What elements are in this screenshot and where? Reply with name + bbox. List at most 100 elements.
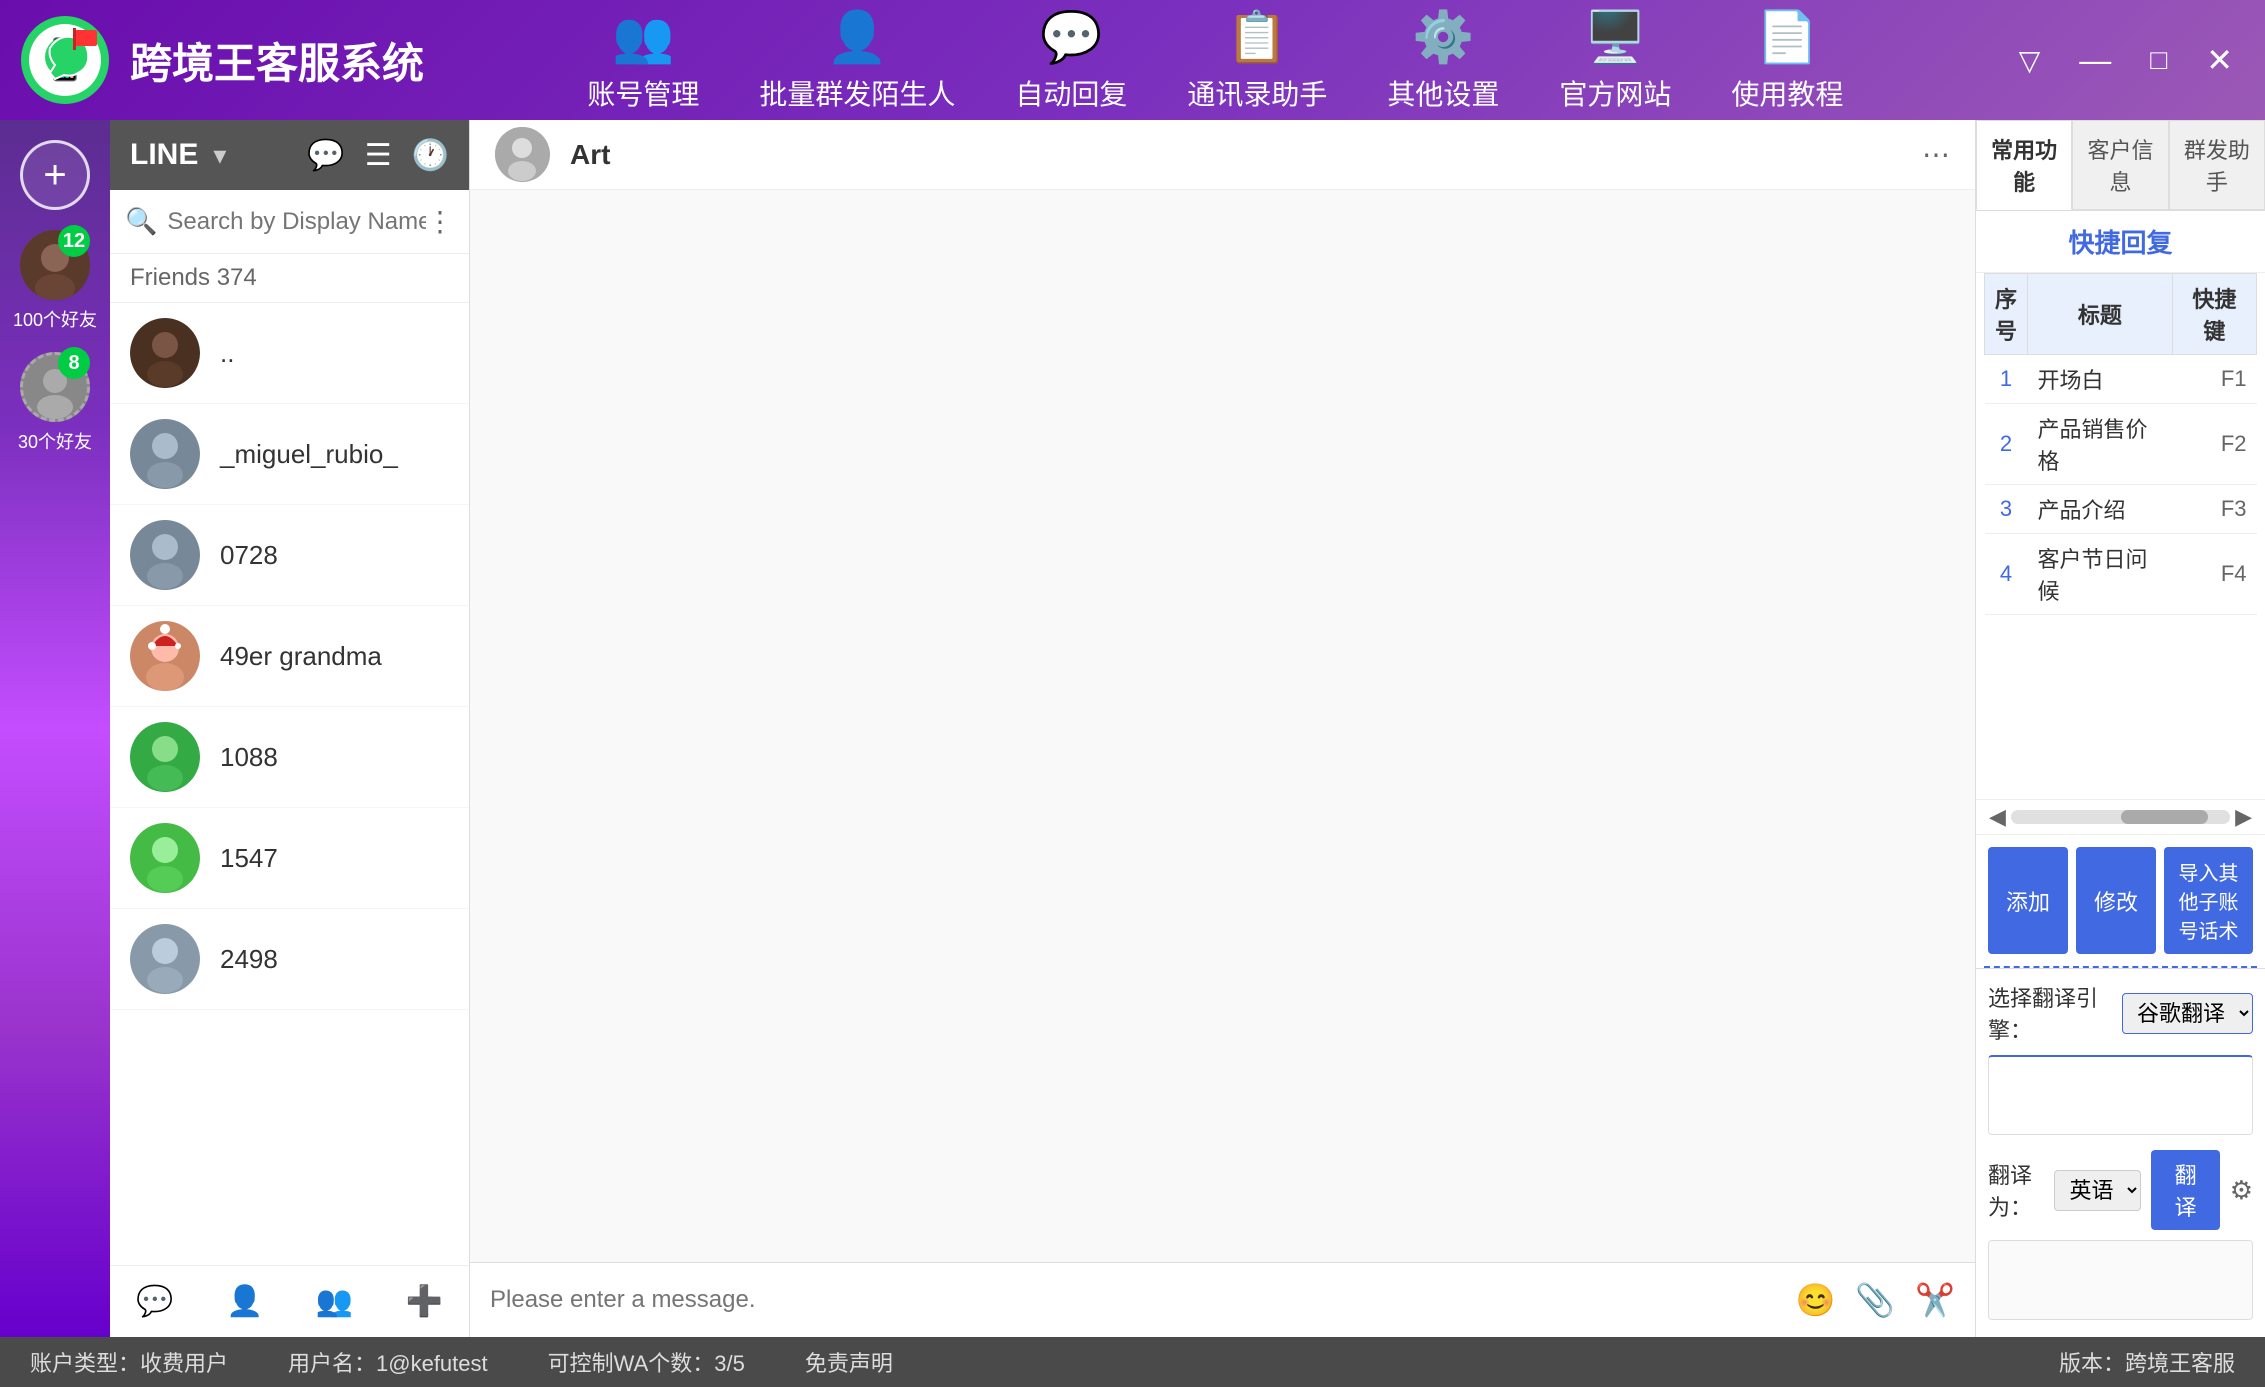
shortcut-row-4[interactable]: 4 客户节日问候 F4: [1985, 534, 2257, 615]
chat-search-bar: 🔍 ⋮: [110, 190, 469, 254]
nav-bulk-send-label: 批量群发陌生人: [759, 73, 955, 113]
tab-groups[interactable]: 👥: [301, 1276, 368, 1327]
shortcut-4-key: F4: [2172, 534, 2256, 615]
chat-input-area: 😊 📎 ✂️: [470, 1262, 1975, 1337]
edit-shortcut-button[interactable]: 修改: [2076, 847, 2156, 954]
nav-auto-reply[interactable]: 💬 自动回复: [1015, 8, 1127, 113]
shortcut-table: 序号 标题 快捷键 1 开场白 F1 2 产品销售价格 F2: [1984, 273, 2257, 615]
tab-add-contact[interactable]: ➕: [390, 1276, 457, 1327]
translate-gear-icon[interactable]: ⚙: [2230, 1175, 2253, 1206]
contact-7-name: 2498: [220, 944, 278, 975]
shortcut-2-key: F2: [2172, 404, 2256, 485]
nav-website-label: 官方网站: [1559, 73, 1671, 113]
chat-history-icon[interactable]: 🕐: [412, 138, 449, 173]
contact-5-avatar: [130, 722, 200, 792]
contact-6-avatar: [130, 823, 200, 893]
contact-list: .. _miguel_rubio_: [110, 303, 469, 1265]
add-account-icon: +: [43, 153, 66, 198]
add-account-button[interactable]: +: [20, 140, 90, 210]
contact-item-3[interactable]: 0728: [110, 505, 469, 606]
chat-compose-icon[interactable]: 💬: [307, 138, 344, 173]
nav-settings[interactable]: ⚙️ 其他设置: [1387, 8, 1499, 113]
disclaimer-label: 免责声明: [805, 1346, 893, 1378]
scroll-left-icon[interactable]: ◀: [1984, 804, 2011, 830]
col-title: 标题: [2028, 274, 2173, 355]
translate-lang-select[interactable]: 英语: [2054, 1170, 2141, 1211]
wa-count-label: 可控制WA个数：3/5: [548, 1346, 745, 1378]
contact-item-5[interactable]: 1088: [110, 707, 469, 808]
friends-count: Friends 374: [110, 254, 469, 303]
chat-list-tabs: 💬 👤 👥 ➕: [110, 1265, 469, 1337]
shortcut-row-2[interactable]: 2 产品销售价格 F2: [1985, 404, 2257, 485]
nav-tutorial[interactable]: 📄 使用教程: [1731, 8, 1843, 113]
account-item-2[interactable]: 8 30个好友: [18, 352, 92, 454]
translate-button[interactable]: 翻译: [2151, 1150, 2219, 1230]
nav-account-mgmt-label: 账号管理: [587, 73, 699, 113]
shortcut-row-3[interactable]: 3 产品介绍 F3: [1985, 485, 2257, 534]
tab-customer-info[interactable]: 客户信息: [2072, 120, 2168, 210]
contact-item-4[interactable]: 49er grandma: [110, 606, 469, 707]
chat-header-avatar: [495, 127, 550, 182]
message-input[interactable]: [490, 1286, 1780, 1314]
contact-7-avatar: [130, 924, 200, 994]
nav-bulk-send[interactable]: 👤 批量群发陌生人: [759, 8, 955, 113]
titlebar-maximize-button[interactable]: □: [2138, 39, 2179, 81]
search-input[interactable]: [167, 208, 426, 236]
nav-bulk-send-icon: 👤: [826, 8, 888, 67]
translate-output[interactable]: [1988, 1240, 2253, 1320]
chat-header-name: Art: [570, 139, 610, 171]
contact-4-avatar: [130, 621, 200, 691]
shortcut-3-title: 产品介绍: [2028, 485, 2173, 534]
contact-2-name: _miguel_rubio_: [220, 439, 398, 470]
chat-header-more-icon[interactable]: ⋯: [1922, 138, 1950, 171]
translate-input[interactable]: [1988, 1055, 2253, 1135]
contact-item-7[interactable]: 2498: [110, 909, 469, 1010]
nav-contacts-label: 通讯录助手: [1187, 73, 1327, 113]
username-label: 用户名：1@kefutest: [288, 1346, 488, 1378]
tab-common-functions[interactable]: 常用功能: [1976, 120, 2072, 210]
chat-list-icon[interactable]: ☰: [365, 138, 392, 173]
contact-item-1[interactable]: ..: [110, 303, 469, 404]
nav-website-icon: 🖥️: [1584, 8, 1646, 67]
tab-messages[interactable]: 💬: [121, 1276, 188, 1327]
version-label: 版本：跨境王客服: [2059, 1346, 2235, 1378]
main-layout: + 12 100个好友: [0, 120, 2265, 1337]
shortcut-reply-title: 快捷回复: [1976, 211, 2265, 273]
chat-more-icon[interactable]: ⋮: [426, 205, 454, 238]
attachment-icon[interactable]: 📎: [1855, 1281, 1895, 1319]
shortcut-row-1[interactable]: 1 开场白 F1: [1985, 355, 2257, 404]
account-item-1[interactable]: 12 100个好友: [13, 230, 97, 332]
titlebar-sort-icon: ▽: [2007, 39, 2053, 82]
tab-group-send[interactable]: 群发助手: [2169, 120, 2265, 210]
titlebar-minimize-button[interactable]: —: [2067, 37, 2123, 84]
nav-contacts-icon: 📋: [1226, 8, 1288, 67]
emoji-icon[interactable]: 😊: [1795, 1281, 1835, 1319]
contact-item-2[interactable]: _miguel_rubio_: [110, 404, 469, 505]
contact-4-name: 49er grandma: [220, 641, 382, 672]
right-panel-tabs: 常用功能 客户信息 群发助手: [1976, 120, 2265, 211]
import-shortcut-button[interactable]: 导入其他子账号话术: [2164, 847, 2253, 954]
titlebar-close-button[interactable]: ✕: [2194, 36, 2245, 84]
account-1-label: 100个好友: [13, 306, 97, 332]
tab-contacts[interactable]: 👤: [211, 1276, 278, 1327]
app-title: 跨境王客服系统: [130, 30, 424, 91]
add-shortcut-button[interactable]: 添加: [1988, 847, 2068, 954]
contact-item-6[interactable]: 1547: [110, 808, 469, 909]
chat-list-header: LINE ▾ 💬 ☰ 🕐: [110, 120, 469, 190]
translate-engine-select[interactable]: 谷歌翻译: [2122, 993, 2253, 1034]
nav-auto-reply-label: 自动回复: [1015, 73, 1127, 113]
contact-2-avatar: [130, 419, 200, 489]
chat-list-dropdown-icon[interactable]: ▾: [213, 140, 226, 171]
scrollbar-track[interactable]: [2011, 810, 2230, 824]
translate-bottom-row: 翻译为： 英语 翻译 ⚙: [1988, 1150, 2253, 1230]
scroll-right-icon[interactable]: ▶: [2230, 804, 2257, 830]
nav-contacts[interactable]: 📋 通讯录助手: [1187, 8, 1327, 113]
chat-search-inner: 🔍: [125, 206, 426, 237]
nav-website[interactable]: 🖥️ 官方网站: [1559, 8, 1671, 113]
account-type-label: 账户类型：收费用户: [30, 1346, 228, 1378]
shortcut-3-num: 3: [1985, 485, 2028, 534]
nav-account-mgmt[interactable]: 👥 账号管理: [587, 8, 699, 113]
chat-input-icons: 😊 📎 ✂️: [1795, 1281, 1955, 1319]
crop-icon[interactable]: ✂️: [1915, 1281, 1955, 1319]
right-panel-spacer: [1976, 615, 2265, 799]
